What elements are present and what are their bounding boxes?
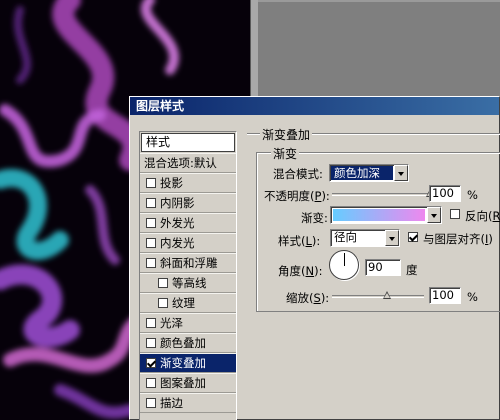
style-checkbox[interactable] — [146, 338, 156, 348]
gradient-dropdown-icon[interactable] — [427, 207, 441, 223]
opacity-label: 不透明度(P): — [264, 189, 330, 203]
scale-label: 缩放(S): — [286, 291, 330, 305]
reverse-checkbox[interactable] — [450, 209, 460, 219]
styles-list-item[interactable]: 投影 — [140, 173, 236, 193]
styles-list-header[interactable]: 样式 — [141, 133, 235, 152]
opacity-unit: % — [467, 188, 478, 202]
gradient-label: 渐变: — [301, 211, 328, 225]
styles-list: 样式 混合选项:默认投影内阴影外发光内发光斜面和浮雕等高线纹理光泽颜色叠加渐变叠… — [139, 131, 237, 420]
chevron-down-icon[interactable] — [385, 230, 399, 246]
styles-list-item[interactable]: 斜面和浮雕 — [140, 253, 236, 273]
styles-list-item[interactable]: 内发光 — [140, 233, 236, 253]
style-item-label: 混合选项:默认 — [144, 155, 217, 170]
style-item-label: 描边 — [160, 395, 183, 410]
group-title: 渐变叠加 — [260, 126, 313, 143]
style-item-label: 渐变叠加 — [160, 355, 206, 370]
style-checkbox[interactable] — [158, 298, 168, 308]
angle-needle — [344, 253, 345, 266]
style-label: 样式(L): — [278, 234, 321, 248]
style-item-label: 颜色叠加 — [160, 335, 206, 350]
style-item-label: 内发光 — [160, 235, 195, 250]
reverse-label: 反向(R) — [465, 209, 500, 223]
angle-input[interactable]: 90 — [365, 259, 401, 276]
scale-slider-track[interactable] — [332, 295, 424, 298]
styles-list-item[interactable]: 光泽 — [140, 313, 236, 333]
layer-style-dialog: 图层样式 样式 混合选项:默认 投影 内阴影 外发光 内发光 斜面和浮雕 等高线 纹理 光泽 颜色… — [129, 96, 500, 420]
styles-items: 混合选项:默认投影内阴影外发光内发光斜面和浮雕等高线纹理光泽颜色叠加渐变叠加图案… — [140, 153, 236, 413]
workspace-background — [258, 0, 500, 100]
style-checkbox[interactable] — [146, 178, 156, 188]
scale-slider-thumb[interactable] — [383, 291, 392, 299]
style-select[interactable]: 径向 — [330, 229, 400, 247]
style-item-label: 投影 — [160, 175, 183, 190]
angle-dial[interactable] — [329, 250, 359, 280]
style-checkbox[interactable] — [146, 198, 156, 208]
blend-mode-select[interactable]: 颜色加深 — [329, 164, 409, 182]
style-item-label: 外发光 — [160, 215, 195, 230]
blend-mode-label: 混合模式: — [273, 167, 323, 181]
style-item-label: 光泽 — [160, 315, 183, 330]
angle-label: 角度(N): — [278, 264, 323, 278]
gradient-preview[interactable] — [333, 209, 425, 221]
style-checkbox[interactable] — [146, 398, 156, 408]
style-checkbox[interactable] — [146, 238, 156, 248]
styles-list-item[interactable]: 混合选项:默认 — [140, 153, 236, 173]
style-checkbox[interactable] — [146, 318, 156, 328]
styles-list-item[interactable]: 颜色叠加 — [140, 333, 236, 353]
opacity-input[interactable]: 100 — [429, 185, 461, 202]
style-item-label: 等高线 — [172, 275, 207, 290]
styles-list-item[interactable]: 纹理 — [140, 293, 236, 313]
style-item-label: 纹理 — [172, 295, 195, 310]
opacity-slider-track[interactable] — [332, 193, 430, 196]
style-item-label: 图案叠加 — [160, 375, 206, 390]
angle-unit: 度 — [406, 263, 418, 277]
style-checkbox[interactable] — [146, 358, 156, 368]
blend-mode-value: 颜色加深 — [331, 166, 393, 180]
dialog-titlebar[interactable]: 图层样式 — [130, 97, 499, 115]
style-checkbox[interactable] — [146, 378, 156, 388]
styles-list-item[interactable]: 描边 — [140, 393, 236, 413]
style-checkbox[interactable] — [158, 278, 168, 288]
style-checkbox[interactable] — [146, 258, 156, 268]
scale-input[interactable]: 100 — [429, 287, 461, 304]
styles-list-item[interactable]: 等高线 — [140, 273, 236, 293]
styles-list-item[interactable]: 渐变叠加 — [140, 353, 236, 373]
gradient-subgroup-title: 渐变 — [271, 145, 300, 162]
style-checkbox[interactable] — [146, 218, 156, 228]
dialog-title: 图层样式 — [136, 99, 185, 113]
gradient-picker[interactable] — [330, 206, 442, 224]
style-value: 径向 — [334, 230, 357, 244]
align-with-layer-label: 与图层对齐(I) — [423, 232, 493, 246]
styles-list-item[interactable]: 图案叠加 — [140, 373, 236, 393]
scale-unit: % — [467, 290, 478, 304]
chevron-down-icon[interactable] — [394, 165, 408, 181]
styles-list-item[interactable]: 外发光 — [140, 213, 236, 233]
styles-list-item[interactable]: 内阴影 — [140, 193, 236, 213]
style-item-label: 斜面和浮雕 — [160, 255, 218, 270]
style-item-label: 内阴影 — [160, 195, 195, 210]
align-with-layer-checkbox[interactable] — [408, 232, 418, 242]
